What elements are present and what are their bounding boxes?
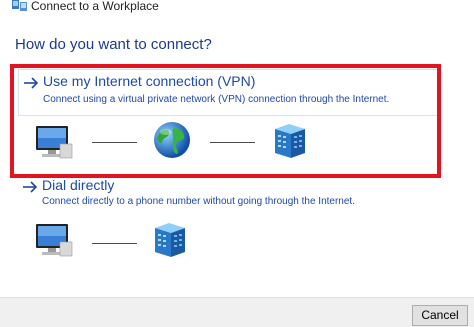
vpn-option-description: Connect using a virtual private network …: [43, 94, 390, 105]
connection-line: [92, 243, 137, 244]
computer-icon: [36, 224, 73, 257]
vpn-option-title: Use my Internet connection (VPN): [43, 73, 256, 89]
connection-line: [210, 142, 255, 143]
dialog-footer: [0, 297, 474, 327]
dial-option-title: Dial directly: [42, 177, 115, 193]
connection-line: [92, 142, 137, 143]
title-bar: Connect to a Workplace: [0, 0, 474, 14]
server-icon: [275, 124, 305, 158]
window-title: Connect to a Workplace: [31, 0, 159, 13]
page-heading: How do you want to connect?: [15, 36, 212, 53]
computer-icon: [36, 126, 73, 159]
globe-icon: [154, 122, 190, 158]
dial-option-description: Connect directly to a phone number witho…: [42, 196, 355, 207]
server-icon: [155, 223, 185, 257]
vpn-option[interactable]: Use my Internet connection (VPN) Connect…: [18, 69, 439, 116]
dial-directly-option[interactable]: Dial directly Connect directly to a phon…: [18, 177, 437, 211]
cancel-button[interactable]: Cancel: [412, 305, 468, 326]
arrow-right-icon: [23, 181, 38, 193]
arrow-right-icon: [24, 77, 39, 89]
network-workplace-icon: [12, 0, 27, 11]
